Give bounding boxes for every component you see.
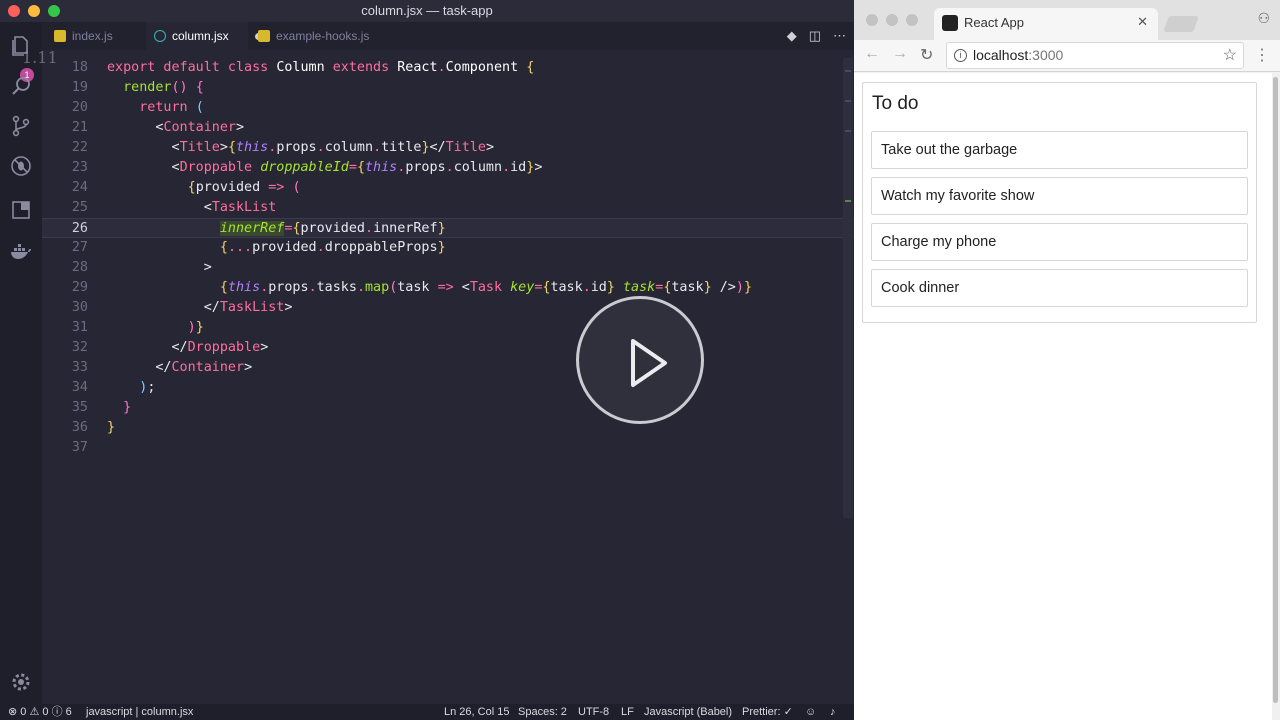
- editor-actions: ◆ ◫ ⋯: [787, 28, 846, 44]
- url-host: localhost: [973, 47, 1029, 63]
- close-window-button[interactable]: [866, 14, 878, 26]
- code-line: 29 {this.props.tasks.map(task => <Task k…: [71, 280, 752, 295]
- minimize-window-button[interactable]: [28, 5, 40, 17]
- encoding[interactable]: UTF-8: [578, 704, 609, 720]
- tab-example-hooks-js[interactable]: example-hooks.js: [250, 22, 380, 50]
- code-line: 19 render() {: [71, 80, 204, 95]
- code-editor-window: column.jsx — task-app 1.11 1 index.js co…: [0, 0, 854, 720]
- back-arrow-icon[interactable]: ←: [864, 45, 880, 63]
- browser-scrollbar[interactable]: [1272, 73, 1280, 720]
- forward-arrow-icon[interactable]: →: [892, 45, 908, 63]
- minimap-mark: [845, 100, 851, 102]
- js-file-icon: [54, 30, 66, 42]
- code-line: 37: [71, 440, 88, 455]
- cursor-position[interactable]: Ln 26, Col 15: [444, 704, 509, 720]
- code-area[interactable]: 18 export default class Column extends Re…: [42, 58, 854, 704]
- todo-column: To do Take out the garbage Watch my favo…: [862, 82, 1257, 323]
- code-line: 33 </Container>: [71, 360, 253, 375]
- code-line: 23 <Droppable droppableId={this.props.co…: [71, 160, 543, 175]
- code-line: 34 );: [71, 380, 156, 395]
- code-line: 24 {provided => (: [71, 180, 301, 195]
- minimap-mark: [845, 70, 851, 72]
- url-port: :3000: [1028, 47, 1064, 63]
- web-page: To do Take out the garbage Watch my favo…: [854, 73, 1272, 720]
- browser-menu-icon[interactable]: ⋮: [1254, 45, 1270, 65]
- code-line: 27 {...provided.droppableProps}: [71, 240, 446, 255]
- browser-tab-strip: React App ✕ ⚇: [854, 0, 1280, 40]
- zoom-window-button[interactable]: [48, 5, 60, 17]
- incognito-icon: ⚇: [1257, 10, 1270, 26]
- browser-window: React App ✕ ⚇ ← → ↻ i localhost:3000 ☆ ⋮…: [854, 0, 1280, 720]
- window-titlebar: column.jsx — task-app: [0, 0, 854, 22]
- site-info-icon[interactable]: i: [954, 49, 967, 62]
- bell-icon[interactable]: ♪: [830, 704, 836, 720]
- react-favicon-icon: [942, 15, 958, 31]
- js-file-icon: [258, 30, 270, 42]
- breadcrumb[interactable]: javascript | column.jsx: [86, 704, 193, 720]
- docker-icon[interactable]: [9, 240, 33, 264]
- settings-gear-icon[interactable]: [9, 670, 33, 694]
- minimap-mark: [845, 200, 851, 202]
- close-tab-icon[interactable]: ✕: [1137, 14, 1148, 30]
- explorer-icon[interactable]: [9, 34, 33, 58]
- code-line: 31 )}: [71, 320, 204, 335]
- code-line: 36}: [71, 420, 116, 435]
- play-video-button[interactable]: [576, 296, 704, 424]
- code-line: 22 <Title>{this.props.column.title}</Tit…: [71, 140, 494, 155]
- close-window-button[interactable]: [8, 5, 20, 17]
- smiley-icon[interactable]: ☺: [805, 704, 816, 720]
- task-item[interactable]: Take out the garbage: [871, 131, 1248, 169]
- browser-toolbar: ← → ↻ i localhost:3000 ☆ ⋮: [854, 40, 1280, 72]
- code-line: 28 >: [71, 260, 212, 275]
- bookmark-star-icon[interactable]: ☆: [1223, 43, 1237, 68]
- task-item[interactable]: Cook dinner: [871, 269, 1248, 307]
- browser-tab-react-app[interactable]: React App ✕: [934, 8, 1158, 40]
- tab-index-js[interactable]: index.js: [46, 22, 142, 50]
- scroll-thumb[interactable]: [1273, 77, 1278, 703]
- code-line: 32 </Droppable>: [71, 340, 269, 355]
- zoom-window-button[interactable]: [906, 14, 918, 26]
- editor-scrollbar[interactable]: [843, 58, 853, 518]
- window-title: column.jsx — task-app: [361, 3, 493, 18]
- prettier-status[interactable]: Prettier: ✓: [742, 704, 793, 720]
- status-bar: ⊗ 0 ⚠ 0 ⓘ 6 javascript | column.jsx Ln 2…: [0, 704, 854, 720]
- address-bar[interactable]: i localhost:3000 ☆: [946, 42, 1244, 69]
- play-icon: [631, 339, 667, 387]
- search-icon[interactable]: [9, 74, 33, 98]
- code-line: 25 <TaskList: [71, 200, 277, 215]
- new-tab-button[interactable]: [1163, 16, 1199, 32]
- extensions-icon[interactable]: [9, 198, 33, 222]
- tab-column-jsx[interactable]: column.jsx: [146, 22, 262, 50]
- line-ending[interactable]: LF: [621, 704, 634, 720]
- git-compare-icon[interactable]: ◆: [787, 28, 797, 44]
- debug-icon[interactable]: [9, 154, 33, 178]
- editor-tab-bar: index.js column.jsx example-hooks.js ◆ ◫…: [42, 22, 854, 50]
- source-control-icon[interactable]: [9, 114, 33, 138]
- task-item[interactable]: Charge my phone: [871, 223, 1248, 261]
- more-actions-icon[interactable]: ⋯: [833, 28, 846, 44]
- code-line-current: 26 innerRef={provided.innerRef}: [42, 218, 854, 238]
- code-line: 30 </TaskList>: [71, 300, 293, 315]
- minimap-mark: [845, 130, 851, 132]
- split-editor-icon[interactable]: ◫: [809, 28, 821, 44]
- problems-indicator[interactable]: ⊗ 0 ⚠ 0 ⓘ 6: [8, 704, 72, 720]
- language-mode[interactable]: Javascript (Babel): [644, 704, 732, 720]
- code-line: 20 return (: [71, 100, 204, 115]
- code-line: 18 export default class Column extends Re…: [71, 60, 535, 75]
- code-line: 21 <Container>: [71, 120, 245, 135]
- indentation[interactable]: Spaces: 2: [518, 704, 567, 720]
- activity-bar: 1.11 1: [0, 22, 58, 704]
- column-title: To do: [872, 93, 919, 114]
- minimize-window-button[interactable]: [886, 14, 898, 26]
- react-file-icon: [154, 30, 166, 42]
- reload-icon[interactable]: ↻: [920, 45, 933, 65]
- code-line: 35 }: [71, 400, 132, 415]
- task-item[interactable]: Watch my favorite show: [871, 177, 1248, 215]
